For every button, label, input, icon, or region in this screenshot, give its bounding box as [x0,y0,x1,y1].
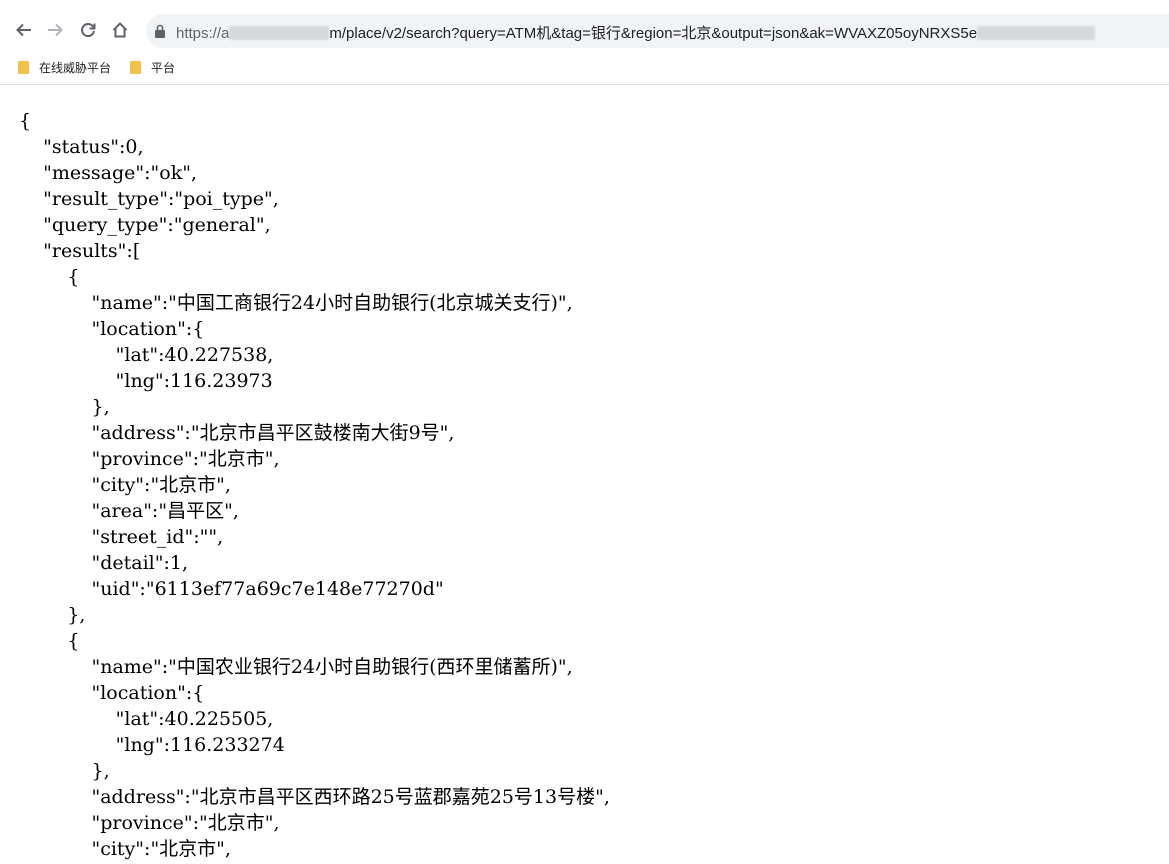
arrow-right-icon [48,23,63,37]
home-button[interactable] [106,16,134,44]
bookmark-label: 平台 [151,61,176,75]
url-prefix: https://a [176,25,230,42]
bookmarks-bar: 在线威胁平台 平台 [0,52,1169,85]
back-button[interactable] [10,16,38,44]
redacted-host [229,26,330,40]
folder-icon [130,61,141,74]
url-text: https://a m/place/v2/search?query=ATM机&ta… [176,22,1096,43]
redacted-key [977,26,1096,40]
bookmark-item[interactable]: 平台 [130,59,175,76]
reload-button[interactable] [74,16,102,44]
lock-icon [155,24,165,38]
address-bar[interactable]: https://a m/place/v2/search?query=ATM机&ta… [146,14,1169,48]
bookmark-item[interactable]: 在线威胁平台 [18,59,111,76]
forward-button[interactable] [41,16,69,44]
json-response-text: { "status":0, "message":"ok", "result_ty… [19,110,610,860]
reload-icon [81,23,96,38]
folder-icon [18,61,29,74]
arrow-left-icon [16,23,31,37]
home-icon [112,22,128,38]
bookmark-label: 在线威胁平台 [39,61,112,75]
json-viewer: { "status":0, "message":"ok", "result_ty… [0,86,1169,864]
url-path: m/place/v2/search?query=ATM机&tag=银行&regi… [329,25,978,42]
